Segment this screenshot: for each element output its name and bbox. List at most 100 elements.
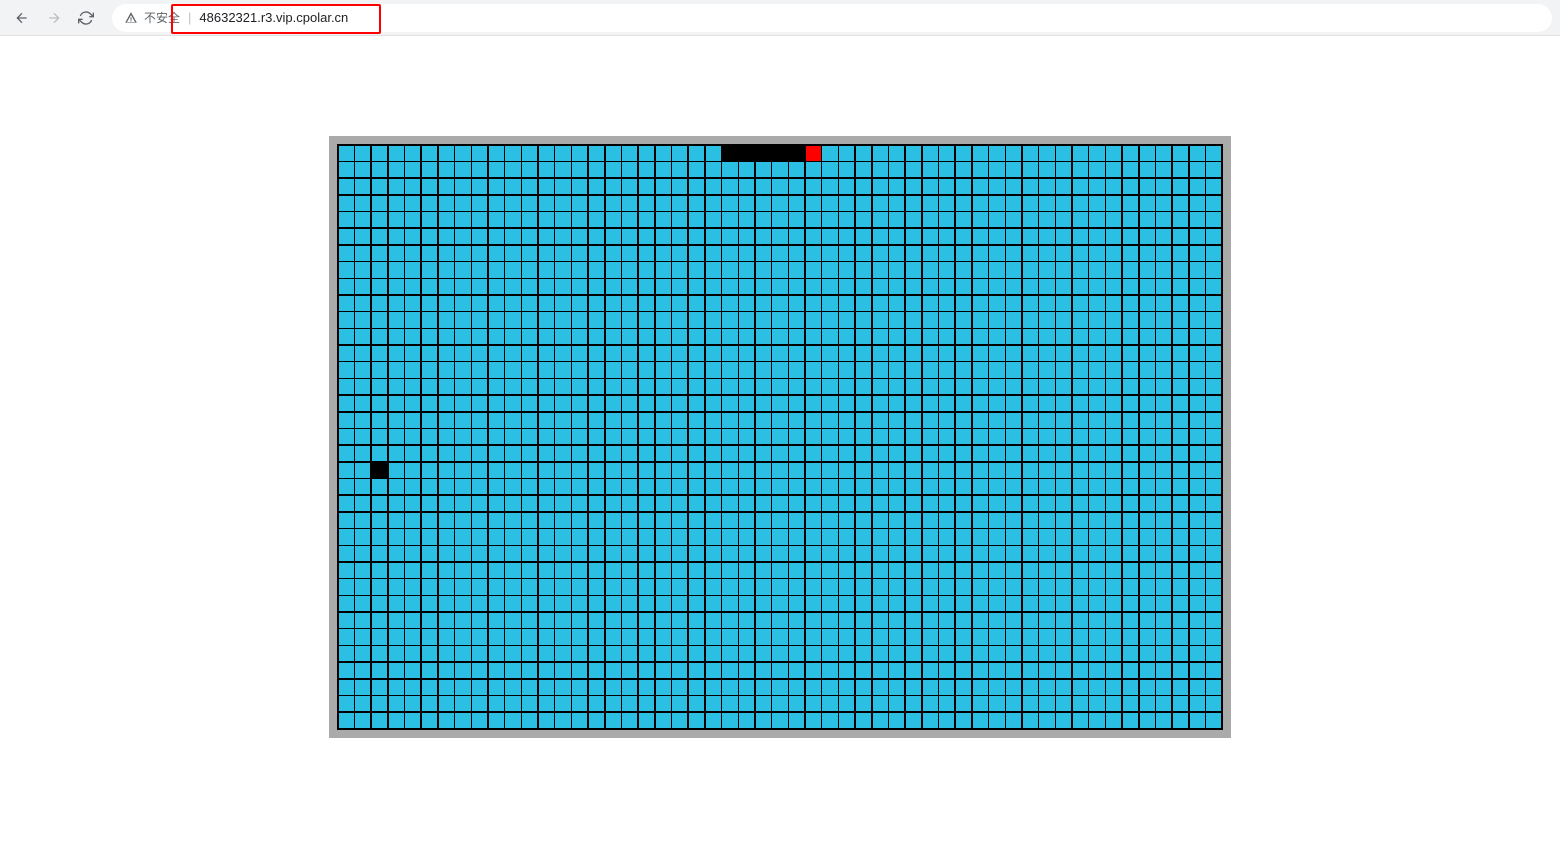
- grid-cell: [539, 196, 554, 211]
- grid-cell: [822, 262, 837, 277]
- grid-cell: [839, 463, 854, 478]
- grid-cell: [555, 646, 570, 661]
- grid-cell: [806, 629, 821, 644]
- grid-cell: [1206, 362, 1221, 377]
- grid-cell: [756, 713, 771, 728]
- grid-cell: [472, 346, 487, 361]
- grid-cell: [756, 229, 771, 244]
- grid-cell: [1006, 229, 1021, 244]
- grid-cell: [772, 379, 787, 394]
- grid-cell: [589, 663, 604, 678]
- grid-cell: [589, 146, 604, 161]
- grid-cell: [923, 162, 938, 177]
- grid-cell: [839, 513, 854, 528]
- grid-cell: [722, 646, 737, 661]
- grid-cell: [756, 262, 771, 277]
- grid-cell: [906, 563, 921, 578]
- grid-cell: [355, 279, 370, 294]
- grid-cell: [589, 646, 604, 661]
- grid-cell: [706, 613, 721, 628]
- grid-cell: [522, 579, 537, 594]
- grid-cell: [689, 713, 704, 728]
- grid-cell: [522, 413, 537, 428]
- grid-cell: [906, 680, 921, 695]
- grid-cell: [439, 613, 454, 628]
- address-bar[interactable]: 不安全 | 48632321.r3.vip.cpolar.cn: [112, 4, 1552, 32]
- grid-cell: [422, 296, 437, 311]
- grid-cell: [939, 162, 954, 177]
- grid-cell: [689, 529, 704, 544]
- grid-cell: [839, 229, 854, 244]
- grid-cell: [1089, 646, 1104, 661]
- grid-cell: [973, 262, 988, 277]
- grid-cell: [389, 579, 404, 594]
- grid-cell: [856, 413, 871, 428]
- grid-cell: [789, 329, 804, 344]
- grid-cell: [1140, 680, 1155, 695]
- grid-cell: [989, 579, 1004, 594]
- grid-cell: [939, 496, 954, 511]
- grid-cell: [906, 663, 921, 678]
- grid-cell: [722, 463, 737, 478]
- grid-cell: [1140, 696, 1155, 711]
- grid-cell: [689, 579, 704, 594]
- grid-cell: [1173, 513, 1188, 528]
- grid-cell: [1056, 613, 1071, 628]
- grid-cell: [789, 179, 804, 194]
- grid-cell: [672, 162, 687, 177]
- grid-cell: [1106, 262, 1121, 277]
- grid-cell: [505, 212, 520, 227]
- grid-cell: [939, 379, 954, 394]
- grid-cell: [372, 696, 387, 711]
- grid-cell: [1190, 212, 1205, 227]
- grid-cell: [1156, 362, 1171, 377]
- grid-cell: [1190, 596, 1205, 611]
- grid-cell: [1089, 379, 1104, 394]
- grid-cell: [372, 196, 387, 211]
- grid-cell: [355, 646, 370, 661]
- grid-cell: [739, 513, 754, 528]
- grid-cell: [1023, 396, 1038, 411]
- grid-cell: [906, 346, 921, 361]
- grid-cell: [889, 329, 904, 344]
- grid-cell: [639, 529, 654, 544]
- grid-cell: [739, 646, 754, 661]
- grid-cell: [1073, 529, 1088, 544]
- grid-cell: [505, 296, 520, 311]
- grid-cell: [1140, 663, 1155, 678]
- game-board[interactable]: [329, 136, 1231, 738]
- arrow-right-icon: [46, 10, 62, 26]
- grid-cell: [772, 162, 787, 177]
- grid-cell: [806, 429, 821, 444]
- grid-cell: [522, 262, 537, 277]
- grid-cell: [1039, 629, 1054, 644]
- grid-cell: [589, 312, 604, 327]
- grid-cell: [906, 262, 921, 277]
- grid-cell: [1106, 146, 1121, 161]
- grid-cell: [839, 396, 854, 411]
- grid-cell: [706, 713, 721, 728]
- grid-cell: [622, 613, 637, 628]
- grid-cell: [1123, 446, 1138, 461]
- grid-cell: [1006, 362, 1021, 377]
- grid-cell: [422, 613, 437, 628]
- reload-button[interactable]: [72, 4, 100, 32]
- address-divider: |: [188, 10, 191, 25]
- grid-cell: [706, 596, 721, 611]
- grid-cell: [372, 346, 387, 361]
- grid-cell: [889, 713, 904, 728]
- grid-cell: [772, 513, 787, 528]
- grid-cell: [1073, 379, 1088, 394]
- grid-cell: [756, 212, 771, 227]
- grid-cell: [1089, 529, 1104, 544]
- grid-cell: [405, 246, 420, 261]
- grid-cell: [739, 413, 754, 428]
- grid-cell: [689, 212, 704, 227]
- grid-cell: [422, 696, 437, 711]
- grid-cell: [455, 546, 470, 561]
- grid-cell: [873, 279, 888, 294]
- forward-button[interactable]: [40, 4, 68, 32]
- grid-cell: [689, 379, 704, 394]
- back-button[interactable]: [8, 4, 36, 32]
- grid-cell: [472, 613, 487, 628]
